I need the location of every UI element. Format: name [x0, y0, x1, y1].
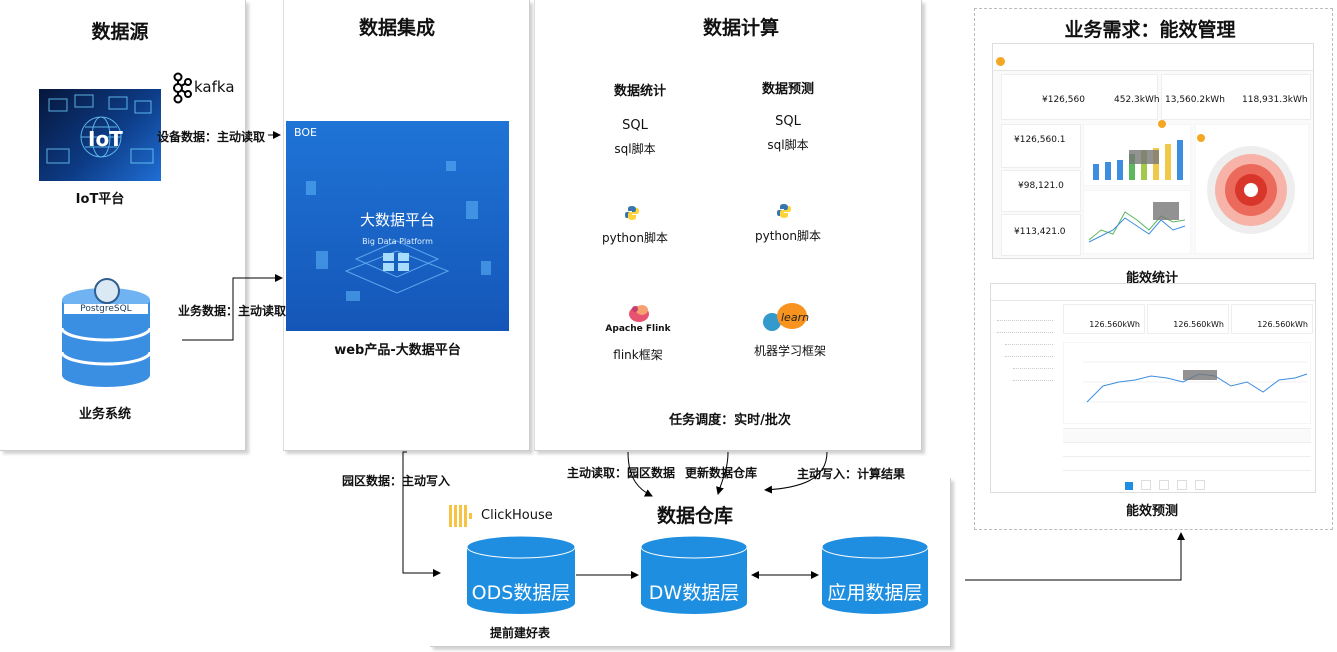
- predict-tree: [997, 312, 1053, 392]
- mini-sunburst-chart: [1195, 124, 1309, 254]
- stat-card-1: ¥126,560 452.3kWh: [1001, 74, 1160, 120]
- predict-card-3: 126.560kWh: [1231, 304, 1313, 334]
- pagination[interactable]: [1125, 475, 1311, 490]
- mini-bar-chart: [1083, 124, 1191, 186]
- predict-card-2: 126.560kWh: [1147, 304, 1229, 334]
- stat-value-3: 13,560.2kWh: [1165, 95, 1225, 105]
- stat-value-2: 452.3kWh: [1114, 95, 1160, 105]
- energy-predict-dashboard: 126.560kWh 126.560kWh 126.560kWh: [990, 283, 1316, 493]
- side-value-2: ¥98,121.0: [1018, 181, 1064, 191]
- orange-marker-icon: [1197, 134, 1205, 142]
- side-card-1: ¥126,560.1: [1001, 124, 1081, 168]
- predict-table: [1063, 428, 1311, 471]
- stat-value-1: ¥126,560: [1042, 95, 1085, 105]
- mini-line-chart: [1083, 190, 1191, 254]
- predict-line-chart: [1063, 342, 1311, 424]
- predict-tab-bar: [991, 284, 1315, 301]
- predict-card-1: 126.560kWh: [1063, 304, 1145, 334]
- dashboard-toolbar: [993, 44, 1313, 71]
- orange-marker-icon: [1158, 120, 1166, 128]
- side-value-1: ¥126,560.1: [1014, 135, 1066, 145]
- predict-value-2: 126.560kWh: [1173, 320, 1224, 329]
- energy-stats-dashboard: ¥126,560 452.3kWh 13,560.2kWh 118,931.3k…: [992, 43, 1314, 259]
- stat-card-2: 13,560.2kWh 118,931.3kWh: [1161, 74, 1311, 120]
- side-card-2: ¥98,121.0: [1001, 170, 1081, 212]
- side-card-3: ¥113,421.0: [1001, 214, 1081, 256]
- orange-marker-icon: [996, 57, 1005, 66]
- predict-value-3: 126.560kWh: [1257, 320, 1308, 329]
- side-value-3: ¥113,421.0: [1014, 227, 1066, 237]
- stat-value-4: 118,931.3kWh: [1242, 95, 1308, 105]
- energy-predict-caption: 能效预测: [1125, 504, 1178, 519]
- predict-value-1: 126.560kWh: [1089, 320, 1140, 329]
